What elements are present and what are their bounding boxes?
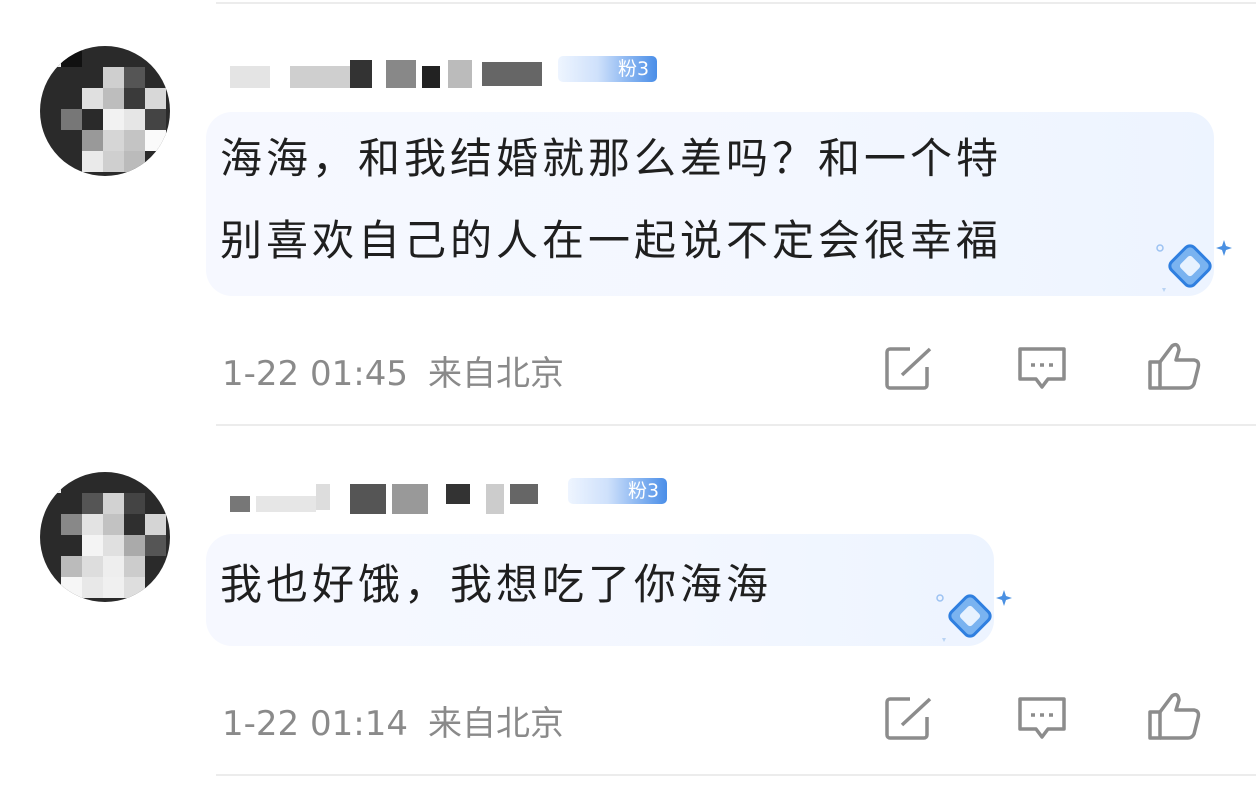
- diamond-gem-icon: [1152, 236, 1232, 296]
- comment-text-line: 海海，和我结婚就那么差吗？和一个特: [220, 134, 1003, 183]
- location: 来自北京: [427, 354, 564, 394]
- location: 来自北京: [427, 704, 564, 744]
- timestamp: 1-22 01:45: [222, 354, 408, 394]
- fan-badge: 粉3: [568, 478, 668, 504]
- bottom-divider: [216, 774, 1256, 776]
- avatar[interactable]: [40, 46, 170, 176]
- comment-text-line: 别喜欢自己的人在一起说不定会很幸福: [220, 216, 1003, 265]
- like-icon[interactable]: [1144, 336, 1204, 396]
- comment-meta: 1-22 01:45 来自北京: [222, 346, 584, 395]
- comment-icon[interactable]: [1012, 338, 1072, 398]
- comment-item: 粉3 海海，和我结婚就那么差吗？和一个特 别喜欢自己的人在一起说不定会很幸福 1…: [0, 0, 1256, 424]
- comment-icon[interactable]: [1012, 688, 1072, 748]
- fan-badge: 粉3: [558, 56, 658, 82]
- avatar[interactable]: [40, 472, 170, 602]
- repost-icon[interactable]: [880, 338, 940, 398]
- repost-icon[interactable]: [880, 688, 940, 748]
- diamond-gem-icon: [932, 586, 1012, 646]
- comment-item: 粉3 我也好饿，我想吃了你海海 1-22 01:14 来自北京: [0, 426, 1256, 776]
- comment-text-line: 我也好饿，我想吃了你海海: [220, 560, 773, 609]
- timestamp: 1-22 01:14: [222, 704, 408, 744]
- like-icon[interactable]: [1144, 686, 1204, 746]
- comment-meta: 1-22 01:14 来自北京: [222, 696, 584, 745]
